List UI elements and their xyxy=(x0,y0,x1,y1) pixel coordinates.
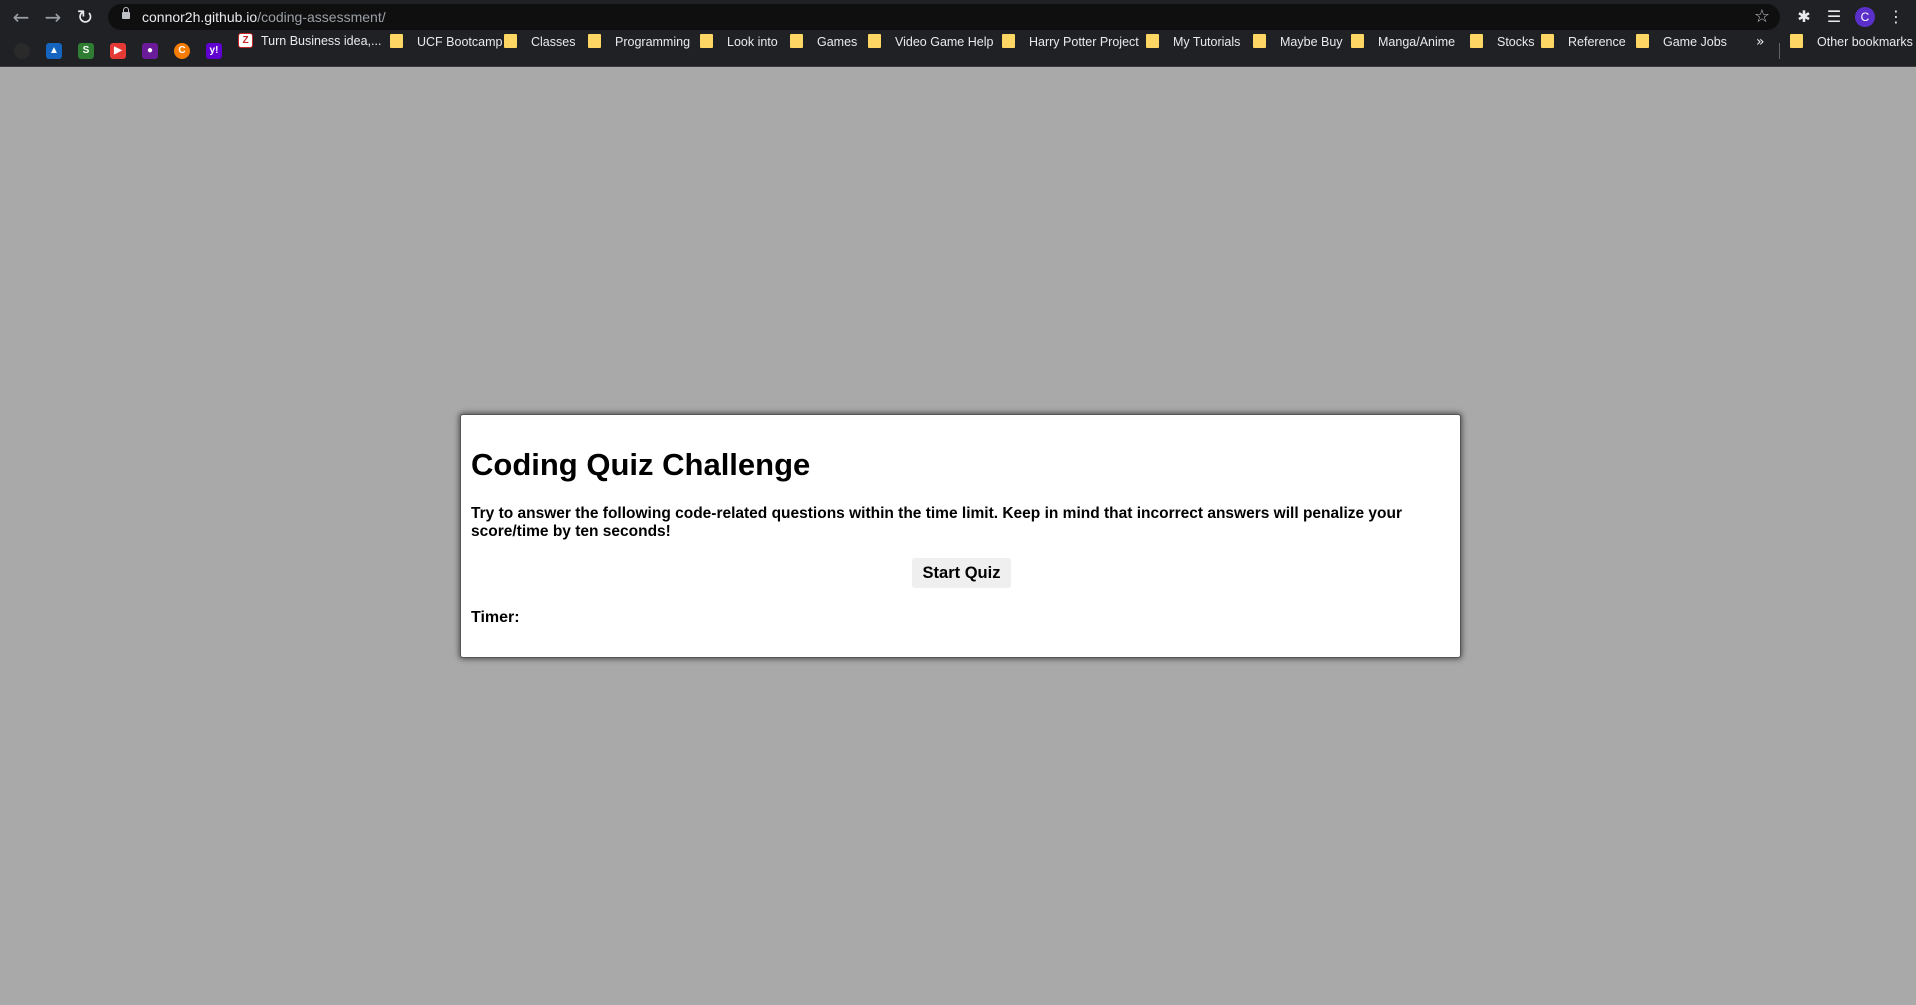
app-bookmark-icon[interactable]: ● xyxy=(142,43,158,59)
folder-icon xyxy=(1002,34,1015,48)
app-bookmark-icon[interactable]: S xyxy=(78,43,94,59)
folder-icon xyxy=(504,34,517,48)
app-bookmark-icon[interactable]: ▲ xyxy=(46,43,62,59)
bookmark-folder-my-tutorials[interactable]: My Tutorials xyxy=(1146,34,1240,67)
bookmark-label: Manga/Anime xyxy=(1378,35,1456,49)
youtube-icon[interactable]: ▶ xyxy=(110,43,126,59)
address-bar[interactable]: connor2h.github.io/coding-assessment/ ☆ xyxy=(108,4,1780,30)
folder-icon xyxy=(588,34,601,48)
lock-icon xyxy=(122,7,130,19)
bookmark-folder-maybe-buy[interactable]: Maybe Buy xyxy=(1253,34,1343,67)
bookmark-label: UCF Bootcamp xyxy=(417,35,503,49)
folder-icon xyxy=(1470,34,1483,48)
bookmark-label: Classes xyxy=(531,35,576,49)
folder-icon xyxy=(1351,34,1364,48)
bookmark-folder-manga-anime[interactable]: Manga/Anime xyxy=(1351,34,1455,67)
bookmark-folder-programming[interactable]: Programming xyxy=(588,34,690,67)
bookmark-star-icon[interactable]: ☆ xyxy=(1754,6,1770,28)
folder-icon xyxy=(1790,34,1803,48)
business-icon: Z xyxy=(238,33,253,49)
bookmark-turn-business[interactable]: Z Turn Business idea,... xyxy=(238,33,382,67)
bookmark-folder-stocks[interactable]: Stocks xyxy=(1470,34,1535,67)
forward-arrow-icon[interactable]: → xyxy=(41,5,65,29)
reload-icon[interactable]: ↻ xyxy=(73,5,97,29)
folder-icon xyxy=(1541,34,1554,48)
folder-icon xyxy=(1636,34,1649,48)
bookmark-folder-harry-potter-project[interactable]: Harry Potter Project xyxy=(1002,34,1139,67)
bookmark-label: Stocks xyxy=(1497,35,1535,49)
bookmark-label: My Tutorials xyxy=(1173,35,1241,49)
bookmarks-divider xyxy=(1779,43,1780,59)
folder-icon xyxy=(1146,34,1159,48)
browser-toolbar: ← → ↻ connor2h.github.io/coding-assessme… xyxy=(0,0,1916,34)
back-arrow-icon[interactable]: ← xyxy=(9,5,33,29)
crunchyroll-icon[interactable]: C xyxy=(174,43,190,59)
url-path: /coding-assessment/ xyxy=(257,9,386,25)
bookmark-label: Harry Potter Project xyxy=(1029,35,1139,49)
start-quiz-button[interactable]: Start Quiz xyxy=(912,558,1011,588)
profile-avatar[interactable]: C xyxy=(1855,7,1875,27)
menu-dots-icon[interactable]: ⋮ xyxy=(1884,5,1908,29)
media-queue-icon[interactable]: ☰ xyxy=(1822,5,1846,29)
folder-icon xyxy=(700,34,713,48)
bookmark-folder-video-game-help[interactable]: Video Game Help xyxy=(868,34,993,67)
bookmarks-bar: ▲ S ▶ ● C y! Z Turn Business idea,... UCF… xyxy=(0,33,1916,67)
extensions-icon[interactable]: ✱ xyxy=(1792,5,1816,29)
bookmark-label: Game Jobs xyxy=(1663,35,1727,49)
quiz-card: Coding Quiz Challenge Try to answer the … xyxy=(460,414,1461,658)
bookmark-label: Maybe Buy xyxy=(1280,35,1343,49)
folder-icon xyxy=(390,34,403,48)
bookmark-label: Video Game Help xyxy=(895,35,994,49)
more-bookmarks-chevron-icon[interactable]: » xyxy=(1756,34,1765,67)
bookmark-folder-ucf-bootcamp[interactable]: UCF Bootcamp xyxy=(390,34,502,67)
quiz-description: Try to answer the following code-related… xyxy=(471,505,1403,540)
folder-icon xyxy=(790,34,803,48)
bookmark-folder-classes[interactable]: Classes xyxy=(504,34,575,67)
folder-icon xyxy=(868,34,881,48)
bookmark-label: Reference xyxy=(1568,35,1626,49)
bookmark-folder-reference[interactable]: Reference xyxy=(1541,34,1626,67)
url-host: connor2h.github.io xyxy=(142,9,258,25)
yahoo-icon[interactable]: y! xyxy=(206,43,222,59)
bookmark-label: Look into xyxy=(727,35,778,49)
bookmark-label: Other bookmarks xyxy=(1817,35,1913,49)
url-text[interactable]: connor2h.github.io/coding-assessment/ xyxy=(142,8,386,26)
bookmark-label: Programming xyxy=(615,35,691,49)
timer-label: Timer: xyxy=(471,609,520,626)
folder-icon xyxy=(1253,34,1266,48)
github-icon[interactable] xyxy=(14,43,30,59)
bookmark-folder-other-bookmarks[interactable]: Other bookmarks xyxy=(1790,34,1913,67)
bookmark-label: Turn Business idea,... xyxy=(261,34,382,48)
bookmark-folder-game-jobs[interactable]: Game Jobs xyxy=(1636,34,1727,67)
bookmark-folder-look-into[interactable]: Look into xyxy=(700,34,778,67)
quiz-title: Coding Quiz Challenge xyxy=(471,447,811,482)
bookmark-folder-games[interactable]: Games xyxy=(790,34,857,67)
bookmark-label: Games xyxy=(817,35,858,49)
